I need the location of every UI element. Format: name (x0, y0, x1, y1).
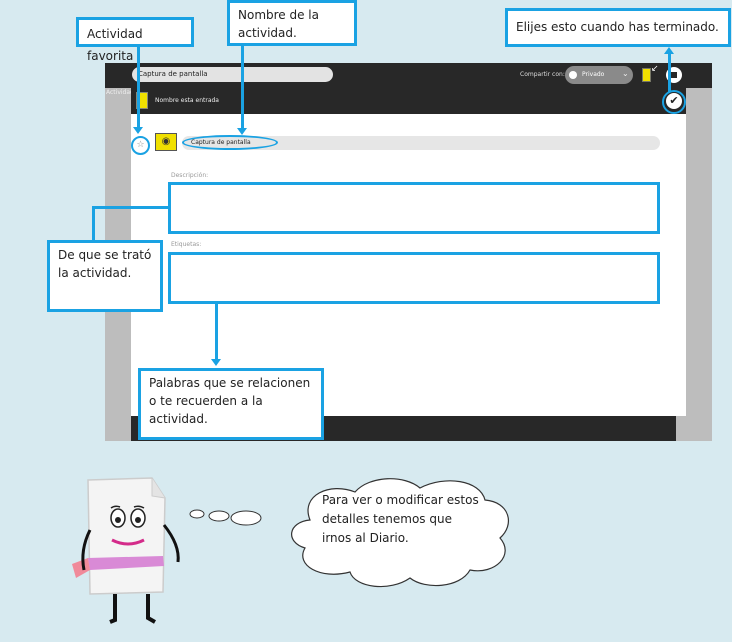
name-highlight (182, 135, 278, 150)
chevron-down-icon: ⌄ (622, 69, 629, 78)
favorite-star-icon[interactable]: ☆ (131, 136, 150, 155)
activity-tab[interactable]: Actividad (106, 89, 134, 96)
description-field[interactable] (168, 182, 660, 234)
share-label: Compartir con: (520, 71, 565, 78)
connector-finish (668, 54, 671, 92)
ribbon-end (72, 558, 90, 578)
connector-tags (215, 304, 218, 360)
arrow-finish (664, 47, 674, 54)
callout-finish: Elijes esto cuando has terminado. (505, 8, 731, 47)
activity-icon: ◉ (155, 133, 177, 151)
thought-dot-medium (208, 510, 230, 522)
thought-dot-large (230, 510, 262, 526)
thought-dot-small (189, 509, 205, 519)
copy-icon[interactable] (642, 68, 651, 82)
connector-activity-name (241, 46, 244, 130)
right-leg (146, 594, 156, 624)
arrow-tags (211, 359, 221, 366)
callout-activity-name: Nombre de la actividad. (227, 0, 357, 46)
arrow-favorite (133, 127, 143, 134)
left-pupil (115, 517, 121, 523)
title-input[interactable]: Captura de pantalla (132, 67, 333, 82)
copy-arrow-icon: ↙ (651, 64, 659, 74)
share-privacy-icon (569, 71, 577, 79)
callout-favorite: Actividad favorita (76, 17, 194, 63)
connector-favorite (137, 47, 140, 129)
arrow-activity-name (237, 128, 247, 135)
done-highlight (662, 90, 686, 114)
left-leg (109, 594, 117, 624)
subbar-label: Nombre esta entrada (155, 97, 219, 104)
callout-description: De que se trató la actividad. (47, 240, 163, 312)
callout-tags: Palabras que se relacionen o te recuerde… (138, 368, 324, 440)
tags-field[interactable] (168, 252, 660, 304)
description-label: Descripción: (171, 172, 209, 179)
connector-description-v (92, 206, 95, 240)
right-arm (162, 524, 180, 563)
tags-label: Etiquetas: (171, 241, 202, 248)
connector-description-h (92, 206, 168, 209)
stop-icon (671, 72, 677, 78)
thought-text: Para ver o modificar estos detalles tene… (322, 493, 479, 545)
right-pupil (135, 517, 141, 523)
